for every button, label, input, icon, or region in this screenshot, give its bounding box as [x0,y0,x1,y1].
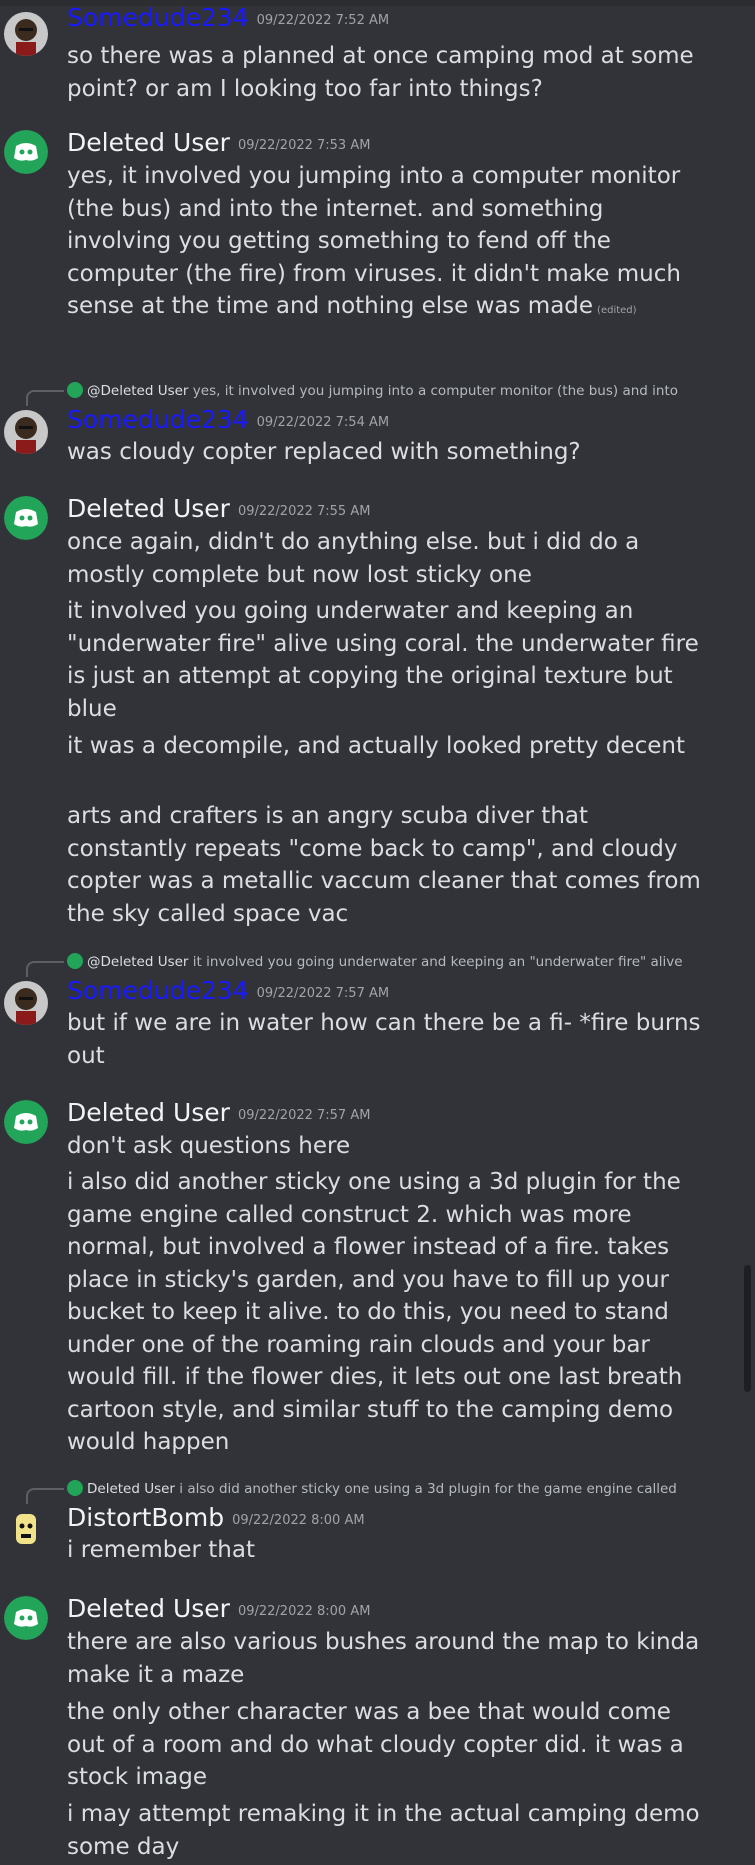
message-text: don't ask questions here [67,1133,351,1159]
message-text: i remember that [67,1537,255,1563]
mini-avatar-icon [67,382,83,398]
message-header: Deleted User 09/22/2022 8:00 AM [67,1594,370,1624]
message-text: the only other character was a bee that … [67,1699,684,1790]
username[interactable]: Deleted User [67,128,230,157]
discord-default-avatar-icon[interactable] [4,1100,48,1144]
timestamp: 09/22/2022 7:52 AM [256,13,390,28]
reply-snippet: yes, it involved you jumping into a comp… [192,383,678,399]
discord-default-avatar-icon[interactable] [4,130,48,174]
timestamp: 09/22/2022 7:55 AM [237,504,371,519]
discord-default-avatar-icon[interactable] [4,496,48,540]
edited-label: (edited) [597,305,637,316]
message-text: i also did another sticky one using a 3d… [67,1169,683,1455]
reply-username[interactable]: @Deleted User [87,954,189,970]
discord-default-avatar-icon[interactable] [4,1596,48,1640]
message-header: Somedude234 09/22/2022 7:57 AM [67,976,389,1006]
scrollbar-thumb[interactable] [744,1265,751,1392]
reply-preview[interactable]: Deleted User i also did another sticky o… [67,1480,687,1497]
message-text: i may attempt remaking it in the actual … [67,1801,700,1860]
timestamp: 09/22/2022 7:57 AM [237,1108,371,1123]
chat-message-list: Somedude234 09/22/2022 7:52 AM so there w… [0,0,755,1865]
message-header: DistortBomb 09/22/2022 8:00 AM [67,1503,365,1533]
reply-username[interactable]: Deleted User [87,1481,175,1497]
message-text: it was a decompile, and actually looked … [67,733,685,759]
username[interactable]: Deleted User [67,494,230,523]
timestamp: 09/22/2022 8:00 AM [237,1604,371,1619]
message-header: Deleted User 09/22/2022 7:57 AM [67,1098,370,1128]
username[interactable]: Somedude234 [67,976,249,1005]
reply-snippet: it involved you going underwater and kee… [192,954,683,970]
message-header: Deleted User 09/22/2022 7:53 AM [67,128,370,158]
reply-preview[interactable]: @Deleted User yes, it involved you jumpi… [67,382,687,399]
message-text: so there was a planned at once camping m… [67,43,694,102]
username[interactable]: Somedude234 [67,405,249,434]
message-text: there are also various bushes around the… [67,1629,700,1688]
message-text: arts and crafters is an angry scuba dive… [67,803,701,927]
reply-username[interactable]: @Deleted User [87,383,189,399]
reply-connector [26,961,64,977]
timestamp: 09/22/2022 8:00 AM [232,1513,365,1528]
user-avatar[interactable] [4,1506,48,1550]
reply-connector [26,1488,64,1504]
timestamp: 09/22/2022 7:57 AM [256,986,390,1001]
username[interactable]: Deleted User [67,1098,230,1127]
message-text: once again, didn't do anything else. but… [67,529,640,588]
user-avatar[interactable] [4,12,48,56]
reply-preview[interactable]: @Deleted User it involved you going unde… [67,953,687,970]
timestamp: 09/22/2022 7:53 AM [237,138,371,153]
username[interactable]: DistortBomb [67,1503,224,1532]
message-text: it involved you going underwater and kee… [67,598,699,722]
user-avatar[interactable] [4,981,48,1025]
username[interactable]: Somedude234 [67,3,249,32]
message-header: Somedude234 09/22/2022 7:54 AM [67,405,389,435]
message-text: yes, it involved you jumping into a comp… [67,163,681,319]
username[interactable]: Deleted User [67,1594,230,1623]
reply-connector [26,390,64,406]
message-header: Somedude234 09/22/2022 7:52 AM [67,3,389,33]
reply-snippet: i also did another sticky one using a 3d… [179,1481,677,1497]
message-text: was cloudy copter replaced with somethin… [67,439,581,465]
mini-avatar-icon [67,1480,83,1496]
timestamp: 09/22/2022 7:54 AM [256,415,390,430]
mini-avatar-icon [67,953,83,969]
user-avatar[interactable] [4,410,48,454]
message-text: but if we are in water how can there be … [67,1010,701,1069]
message-header: Deleted User 09/22/2022 7:55 AM [67,494,370,524]
